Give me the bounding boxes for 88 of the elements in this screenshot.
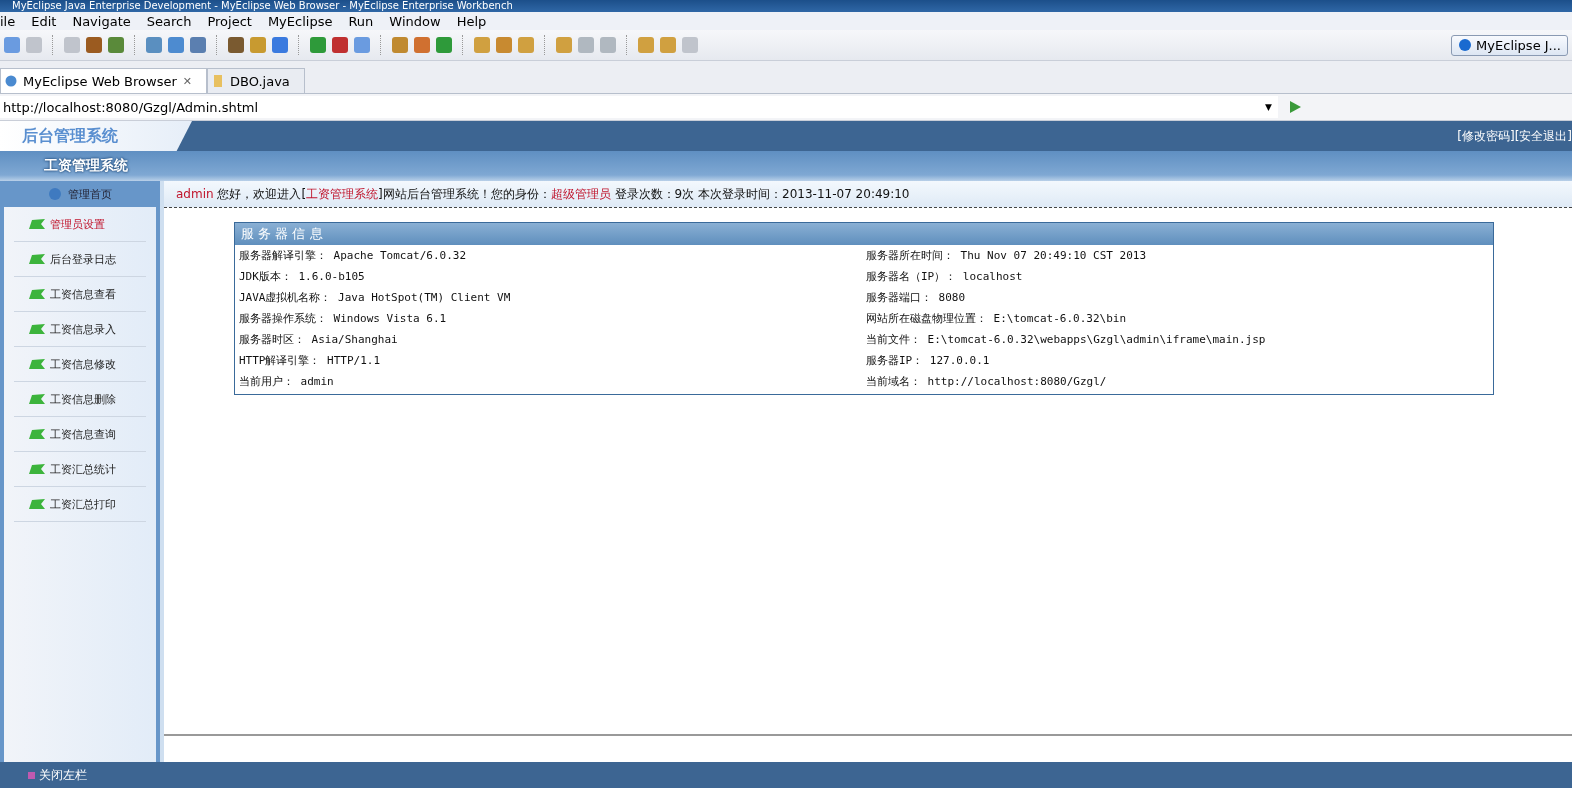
info-line: 服务器时区： Asia/Shanghai: [238, 332, 399, 348]
info-line: 当前用户： admin: [238, 374, 335, 390]
info-line: JAVA虚拟机名称： Java HotSpot(TM) Client VM: [238, 290, 512, 306]
toolbar-icon[interactable]: [436, 37, 452, 53]
menu-item[interactable]: Navigate: [64, 13, 139, 29]
info-line: 服务器端口： 8080: [865, 290, 967, 306]
flag-icon: [28, 393, 46, 405]
toolbar-icon[interactable]: [64, 37, 80, 53]
toolbar-icon[interactable]: [600, 37, 616, 53]
toolbar-icon[interactable]: [272, 37, 288, 53]
flag-icon: [28, 498, 46, 510]
perspective-button[interactable]: MyEclipse J...: [1451, 34, 1568, 56]
header-link[interactable]: [安全退出]: [1514, 127, 1572, 145]
nav-item[interactable]: 管理员设置: [14, 207, 146, 242]
address-field[interactable]: http://localhost:8080/Gzgl/Admin.shtml ▼: [0, 96, 1278, 118]
toolbar-icon[interactable]: [660, 37, 676, 53]
toolbar-icon[interactable]: [146, 37, 162, 53]
nav-item[interactable]: 工资信息修改: [14, 347, 146, 382]
nav-item[interactable]: 后台登录日志: [14, 242, 146, 277]
square-icon: [28, 771, 35, 779]
site-logo: 后台管理系统: [0, 121, 192, 151]
header-link[interactable]: [修改密码]: [1457, 127, 1515, 145]
system-title: 工资管理系统: [44, 157, 128, 175]
toolbar-icon[interactable]: [414, 37, 430, 53]
close-icon[interactable]: ✕: [182, 74, 193, 88]
menu-item[interactable]: Window: [381, 13, 449, 29]
menu-item[interactable]: MyEclipse: [259, 13, 341, 29]
nav-item[interactable]: 工资信息查看: [14, 277, 146, 312]
toolbar-icon[interactable]: [496, 37, 512, 53]
nav-item[interactable]: 工资信息删除: [14, 382, 146, 417]
toolbar-icon[interactable]: [354, 37, 370, 53]
info-line: 网站所在磁盘物理位置： E:\tomcat-6.0.32\bin: [865, 311, 1128, 327]
menu-item[interactable]: Project: [199, 13, 260, 29]
menu-item[interactable]: ile: [0, 13, 24, 29]
info-line: 当前文件： E:\tomcat-6.0.32\webapps\Gzgl\admin\iframe\main.jsp: [865, 332, 1267, 348]
flag-icon: [28, 288, 46, 300]
panel-title: 服 务 器 信 息: [235, 223, 1493, 245]
toolbar-icon[interactable]: [310, 37, 326, 53]
toolbar-icon[interactable]: [86, 37, 102, 53]
info-line: JDK版本： 1.6.0-b105: [238, 269, 366, 285]
info-line: HTTP解译引擎： HTTP/1.1: [238, 353, 382, 369]
editor-tab[interactable]: DBO.java: [207, 68, 305, 93]
toolbar-icon[interactable]: [682, 37, 698, 53]
info-line: 当前域名： http://localhost:8080/Gzgl/: [865, 374, 1108, 390]
toolbar-icon[interactable]: [556, 37, 572, 53]
info-line: 服务器所在时间： Thu Nov 07 20:49:10 CST 2013: [865, 248, 1148, 264]
toolbar-icon[interactable]: [578, 37, 594, 53]
editor-tab[interactable]: MyEclipse Web Browser ✕: [0, 68, 208, 93]
dropdown-icon[interactable]: ▼: [1265, 102, 1272, 112]
info-line: 服务器操作系统： Windows Vista 6.1: [238, 311, 448, 327]
toolbar-icon[interactable]: [518, 37, 534, 53]
menu-item[interactable]: Edit: [23, 13, 65, 29]
flag-icon: [28, 358, 46, 370]
toolbar-icon[interactable]: [108, 37, 124, 53]
nav-item[interactable]: 工资汇总统计: [14, 452, 146, 487]
home-link[interactable]: 管理首页: [4, 181, 156, 207]
toolbar-icon[interactable]: [332, 37, 348, 53]
collapse-sidebar-link[interactable]: 关闭左栏: [39, 766, 87, 784]
nav-item[interactable]: 工资汇总打印: [14, 487, 146, 522]
toolbar-icon[interactable]: [474, 37, 490, 53]
info-line: 服务器IP： 127.0.0.1: [865, 353, 991, 369]
toolbar-icon[interactable]: [190, 37, 206, 53]
nav-item[interactable]: 工资信息查询: [14, 417, 146, 452]
info-line: 服务器名（IP）： localhost: [865, 269, 1024, 285]
flag-icon: [28, 253, 46, 265]
flag-icon: [28, 428, 46, 440]
toolbar-icon[interactable]: [638, 37, 654, 53]
toolbar-icon[interactable]: [250, 37, 266, 53]
toolbar-icon[interactable]: [26, 37, 42, 53]
globe-icon: [48, 187, 62, 201]
globe-icon: [5, 75, 17, 87]
flag-icon: [28, 463, 46, 475]
menu-item[interactable]: Run: [340, 13, 382, 29]
info-line: 服务器解译引擎： Apache Tomcat/6.0.32: [238, 248, 468, 264]
toolbar-icon[interactable]: [392, 37, 408, 53]
flag-icon: [28, 323, 46, 335]
toolbar-icon[interactable]: [228, 37, 244, 53]
menu-item[interactable]: Search: [138, 13, 200, 29]
file-icon: [212, 75, 225, 87]
window-title: MyEclipse Java Enterprise Development - MyEclipse Web Browser - MyEclipse Enterprise Workbench: [12, 0, 513, 12]
nav-item[interactable]: 工资信息录入: [14, 312, 146, 347]
welcome-message: admin 您好，欢迎进入[工资管理系统]网站后台管理系统！您的身份：超级管理员 登录次数：9次 本次登录时间：2013-11-07 20:49:10: [176, 185, 910, 203]
flag-icon: [28, 218, 46, 230]
toolbar-icon[interactable]: [4, 37, 20, 53]
logo-icon: [1458, 38, 1473, 52]
play-icon[interactable]: [1288, 100, 1302, 114]
menu-item[interactable]: Help: [448, 13, 495, 29]
toolbar-icon[interactable]: [168, 37, 184, 53]
